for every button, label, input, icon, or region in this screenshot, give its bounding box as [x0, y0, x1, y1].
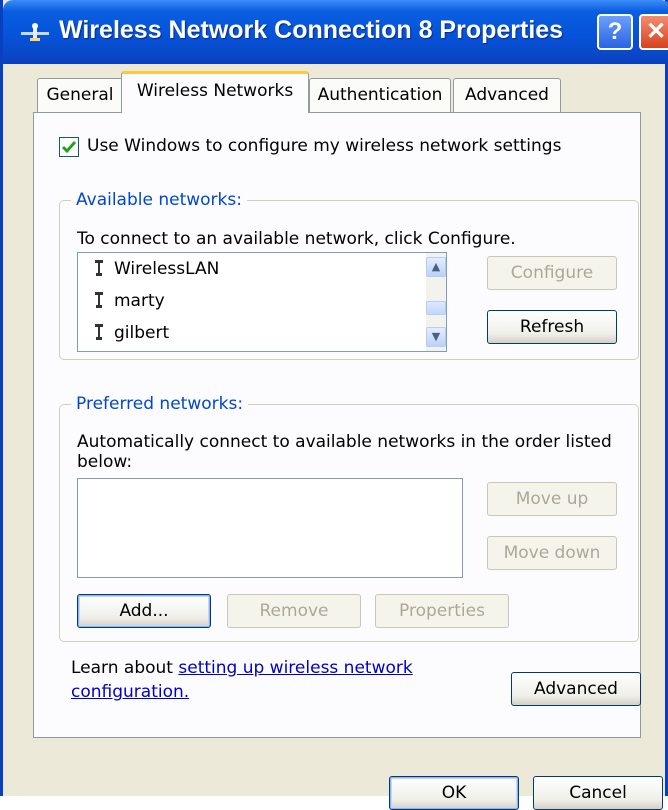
tab-label: Authentication: [317, 85, 443, 105]
add-button[interactable]: Add...: [77, 594, 211, 628]
learn-about-text: Learn about setting up wireless network: [71, 658, 413, 678]
list-scrollbar[interactable]: ▲ ▼: [426, 253, 446, 351]
scroll-down-button[interactable]: ▼: [426, 327, 446, 347]
available-networks-list[interactable]: WirelessLAN marty gilbert ▲ ▼: [77, 252, 447, 352]
close-icon: ✕: [645, 18, 667, 45]
list-item[interactable]: marty: [94, 291, 165, 311]
properties-button[interactable]: Properties: [375, 594, 509, 628]
network-name: gilbert: [114, 323, 170, 343]
available-networks-instruction: To connect to an available network, clic…: [77, 229, 516, 249]
available-networks-title: Available networks:: [71, 190, 247, 210]
scroll-up-button[interactable]: ▲: [426, 257, 446, 277]
refresh-button[interactable]: Refresh: [487, 310, 617, 344]
scroll-thumb[interactable]: [426, 301, 446, 315]
help-icon: ?: [607, 18, 623, 45]
setup-help-link[interactable]: setting up wireless network: [178, 658, 412, 678]
preferred-networks-list[interactable]: [77, 478, 463, 578]
advanced-button[interactable]: Advanced: [511, 672, 641, 706]
ok-button[interactable]: OK: [389, 776, 519, 810]
wireless-antenna-icon: [95, 260, 103, 276]
network-name: WirelessLAN: [114, 259, 220, 279]
chevron-up-icon: ▲: [431, 260, 441, 273]
tab-label: Advanced: [465, 85, 549, 105]
setup-help-link-continued[interactable]: configuration.: [71, 682, 189, 702]
list-item[interactable]: WirelessLAN: [94, 259, 219, 279]
window-title: Wireless Network Connection 8 Properties: [59, 16, 564, 44]
learn-about-prefix: Learn about: [71, 658, 179, 678]
preferred-networks-title: Preferred networks:: [71, 394, 249, 414]
remove-button[interactable]: Remove: [227, 594, 361, 628]
title-bar[interactable]: Wireless Network Connection 8 Properties…: [3, 0, 668, 64]
tab-advanced[interactable]: Advanced: [453, 78, 561, 112]
tab-label: Wireless Networks: [136, 81, 294, 101]
help-button[interactable]: ?: [597, 14, 633, 50]
list-item[interactable]: gilbert: [94, 323, 169, 343]
preferred-instruction-line1: Automatically connect to available netwo…: [77, 432, 612, 452]
move-up-button[interactable]: Move up: [487, 482, 617, 516]
tab-wireless-networks[interactable]: Wireless Networks: [121, 71, 309, 113]
checkmark-icon: [61, 141, 77, 154]
use-windows-label[interactable]: Use Windows to configure my wireless net…: [87, 136, 561, 156]
network-connection-icon: [21, 23, 49, 41]
properties-dialog: Wireless Network Connection 8 Properties…: [0, 0, 668, 810]
tab-authentication[interactable]: Authentication: [309, 78, 451, 112]
tab-label: General: [46, 85, 114, 105]
tab-general[interactable]: General: [37, 78, 123, 112]
chevron-down-icon: ▼: [431, 330, 441, 343]
wireless-antenna-icon: [95, 292, 103, 308]
move-down-button[interactable]: Move down: [487, 536, 617, 570]
network-name: marty: [114, 291, 165, 311]
close-button[interactable]: ✕: [639, 14, 668, 50]
use-windows-checkbox[interactable]: [59, 137, 79, 157]
configure-button[interactable]: Configure: [487, 256, 617, 290]
wireless-antenna-icon: [95, 324, 103, 340]
preferred-instruction-line2: below:: [77, 452, 133, 472]
cancel-button[interactable]: Cancel: [533, 776, 663, 810]
